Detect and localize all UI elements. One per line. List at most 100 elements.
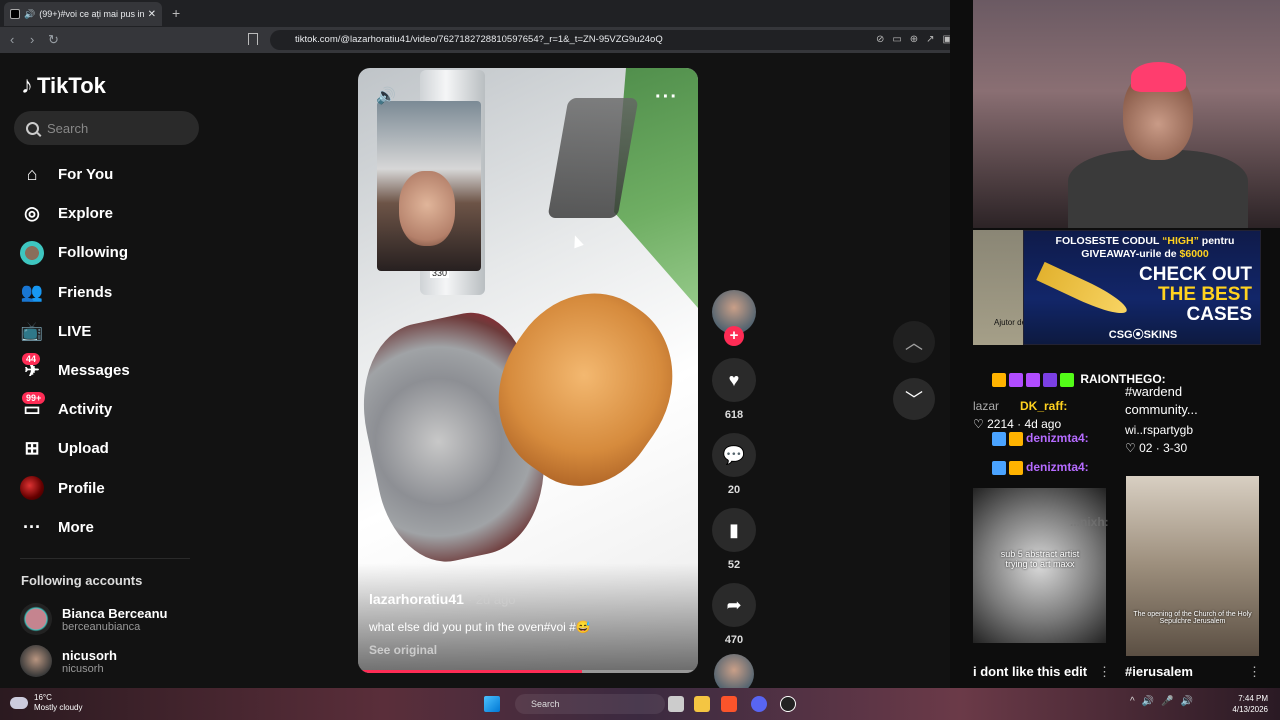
feed-left-stats: ♡ 2214 · 4d ago [973,417,1062,431]
browser-tab[interactable]: 🔊 (99+)#voi ce ați mai pus in cu ✕ [4,2,162,26]
action-rail: + ♥ 618 💬 20 ▮ 52 ➦ 470 [712,290,756,694]
video-date: · 2d ago [467,592,516,607]
search-icon [26,121,39,135]
search-input[interactable]: Search [14,111,199,145]
tab-title: (99+)#voi ce ați mai pus in cu [39,9,144,19]
messages-icon: ✈ 44 [20,352,44,383]
author-avatar[interactable]: + [712,290,756,346]
chat-user-faded: ...nixh: [1070,515,1109,529]
comment-action[interactable]: 💬 20 [712,433,756,496]
close-tab-icon[interactable]: ✕ [148,9,156,20]
discord-icon[interactable] [751,696,767,712]
compass-icon: ◎ [24,203,40,224]
feed-caption-left[interactable]: i dont like this edit [973,664,1087,679]
video-player[interactable]: 330 🔊 ··· lazarhoratiu41 · 2d ago what e… [358,68,698,673]
account-name: nicusorh [62,647,117,663]
brave-browser-icon[interactable] [721,696,737,712]
feed-right-title[interactable]: #wardend community... [1125,383,1235,419]
bookmark-icon[interactable] [248,33,258,45]
app-g-icon[interactable] [780,696,796,712]
file-explorer-icon[interactable] [694,696,710,712]
follow-plus-icon[interactable]: + [724,326,744,346]
comment-icon[interactable]: 💬 [712,433,756,477]
csgoskins-ad: FOLOSESTE CODUL “HIGH” pentru GIVEAWAY-u… [1023,230,1261,345]
feed-caption-right[interactable]: #ierusalem [1125,664,1193,679]
nav-activity[interactable]: ▭ 99+ Activity [20,390,200,429]
ad-logo: CSG⦿SKINS [1108,329,1178,341]
more-options-icon[interactable]: ⋮ [1248,664,1261,680]
system-tray-icons[interactable]: ^🔊🎤🔊 [1130,696,1200,707]
nav-label: For You [58,166,114,184]
chat-user: DK_raff: [1020,399,1068,413]
nav-following[interactable]: Following [20,233,200,272]
following-account[interactable]: Bianca Berceanu berceanubianca [20,603,168,635]
forward-icon[interactable]: › [30,32,34,47]
more-options-icon[interactable]: ⋮ [1098,664,1111,680]
ad-tagline: CHECK OUT THE BEST CASES [1139,264,1252,325]
nav-label: Friends [58,283,113,301]
url-field[interactable]: tiktok.com/@lazarhoratiu41/video/7627182… [270,30,970,50]
upload-icon: ⊞ [24,438,40,459]
nav-live[interactable]: 📺 LIVE [20,312,200,351]
nav-for-you[interactable]: ⌂ For You [20,155,200,194]
speaker-icon: 🔊 [24,8,36,19]
taskbar-search[interactable]: Search [515,694,665,714]
like-action[interactable]: ♥ 618 [712,358,756,421]
new-tab-button[interactable]: + [172,5,180,21]
streamer-webcam [973,0,1280,228]
nav-messages[interactable]: ✈ 44 Messages [20,351,200,390]
windows-taskbar: 16°C Mostly cloudy Search ^🔊🎤🔊 7:44 PM 4… [0,688,1280,720]
video-author[interactable]: lazarhoratiu41 · 2d ago [369,591,516,607]
share-action[interactable]: ➦ 470 [712,583,756,646]
bookmark-save-icon[interactable]: ▮ [712,508,756,552]
extension-icons[interactable]: ⊘▭⊕↗▣ [876,30,960,50]
tiktok-logo[interactable]: ♪ TikTok [21,72,106,100]
bw-caption: sub 5 abstract artist trying to art maxx [1000,549,1080,569]
chevron-down-icon: ﹀ [905,390,923,410]
video-progress[interactable] [358,670,698,673]
nav-more[interactable]: ··· More [20,508,200,547]
nav-profile[interactable]: Profile [20,469,200,508]
previous-video-button[interactable]: ︿ [893,321,935,363]
home-icon: ⌂ [26,164,38,185]
video-description: what else did you put in the oven#voi #😅 [369,620,591,634]
reload-icon[interactable]: ↻ [48,32,59,48]
volume-icon[interactable]: 🔊 [376,86,396,106]
feed-image-church[interactable] [1126,476,1259,656]
nav-upload[interactable]: ⊞ Upload [20,429,200,468]
temperature: 16°C [34,693,52,702]
clock[interactable]: 7:44 PM 4/13/2026 [1232,693,1268,715]
back-icon[interactable]: ‹ [10,32,14,47]
nav-friends[interactable]: 👥 Friends [20,273,200,312]
nav-label: Upload [58,440,109,458]
address-bar-row: ‹ › ↻ tiktok.com/@lazarhoratiu41/video/7… [0,27,975,53]
account-username: nicusorh [62,662,104,675]
sidebar-nav: ⌂ For You ◎ Explore Following 👥 Friends … [20,155,200,547]
knife-icon [1036,261,1131,321]
nav-explore[interactable]: ◎ Explore [20,194,200,233]
nav-label: Profile [58,479,105,497]
weather-widget[interactable]: 16°C Mostly cloudy [10,693,82,713]
avatar [20,603,52,635]
feed-user-left: lazar [973,399,1000,413]
save-action[interactable]: ▮ 52 [712,508,756,571]
see-original-link[interactable]: See original [369,643,437,657]
logo-text: TikTok [37,73,106,98]
heart-icon[interactable]: ♥ [712,358,756,402]
nav-label: Activity [58,401,113,419]
messages-badge: 44 [22,352,41,365]
windows-start-icon[interactable] [484,696,500,712]
following-account[interactable]: nicusorh nicusorh [20,645,117,677]
author-name: lazarhoratiu41 [369,591,464,607]
feed-thumbnail-left [973,230,1023,345]
nav-label: LIVE [58,322,92,340]
next-video-button[interactable]: ﹀ [893,378,935,420]
more-options-icon[interactable]: ··· [655,86,678,109]
nav-label: Messages [58,362,130,380]
video-pip-facecam [377,101,481,271]
share-icon[interactable]: ➦ [712,583,756,627]
browser-tabbar: 🔊 (99+)#voi ce ați mai pus in cu ✕ + [0,0,975,27]
account-name: Bianca Berceanu [62,605,168,621]
chevron-up-icon: ︿ [905,333,923,353]
task-view-icon[interactable] [668,696,684,712]
